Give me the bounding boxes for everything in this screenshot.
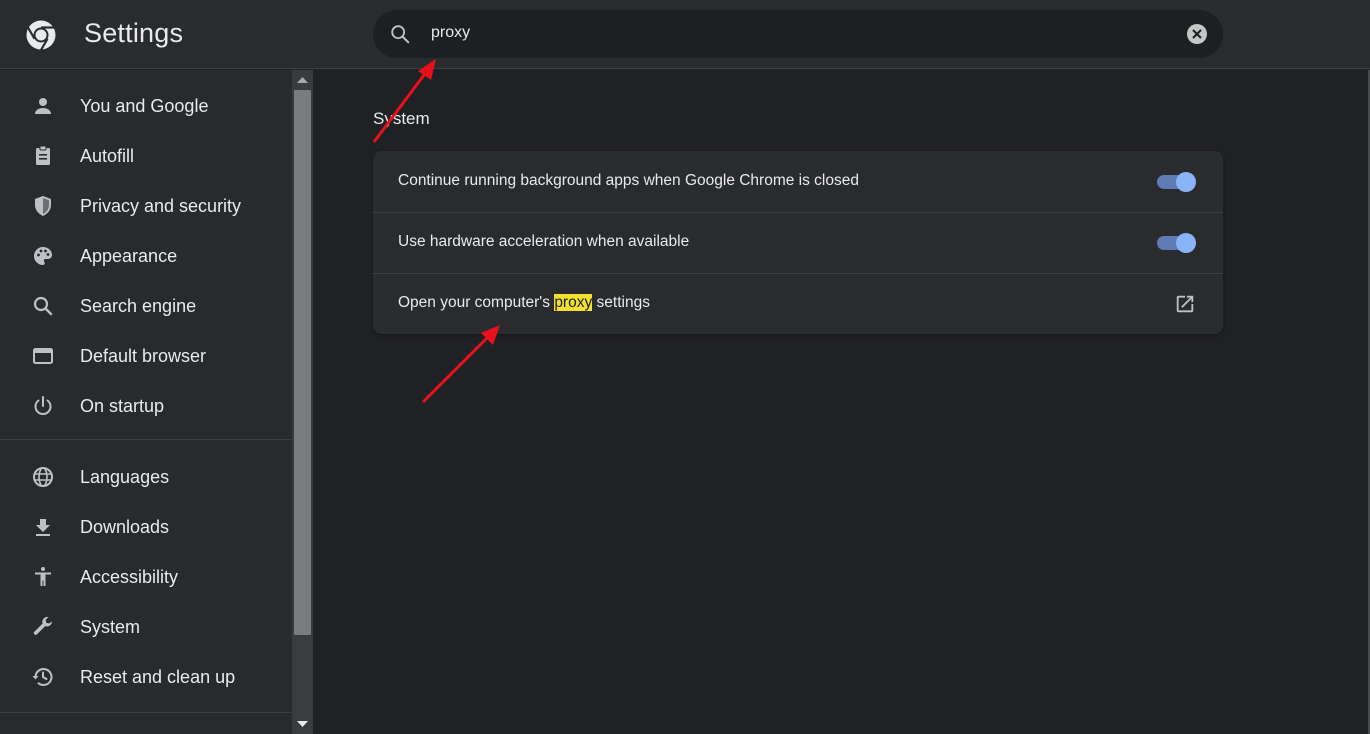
wrench-icon [33,616,52,635]
scrollbar-thumb[interactable] [294,90,311,635]
browser-window-icon [33,348,53,364]
search-icon [391,25,410,44]
sidebar-item-label: System [80,617,141,637]
background-apps-toggle[interactable] [1157,171,1197,192]
sidebar-item-label: Downloads [80,517,170,537]
scroll-down-arrow-icon[interactable] [296,719,309,729]
row-label: Use hardware acceleration when available [398,233,690,250]
sidebar-scrollbar[interactable] [292,70,313,734]
sidebar-item-system[interactable]: System [0,602,292,652]
search-icon [33,296,53,316]
sidebar-item-languages[interactable]: Languages [0,452,292,502]
hardware-acceleration-toggle[interactable] [1157,232,1197,253]
section-title: System [373,109,430,128]
main-content: System Continue running background apps … [313,70,1370,734]
sidebar-item-appearance[interactable]: Appearance [0,231,292,281]
sidebar-nav: You and Google Autofill Privacy and secu… [0,70,292,734]
header-bar: Settings proxy [0,0,1370,69]
sidebar-item-default-browser[interactable]: Default browser [0,331,292,381]
sidebar-divider [0,439,292,440]
row-label-before: Open your computer's [398,294,555,311]
history-icon [32,668,53,686]
launch-icon[interactable] [1174,293,1196,315]
sidebar-item-label: Accessibility [80,567,179,587]
clear-search-button[interactable] [1187,24,1207,44]
sidebar-item-label: On startup [80,396,165,416]
sidebar-item-on-startup[interactable]: On startup [0,381,292,431]
clipboard-icon [36,145,50,165]
scroll-up-arrow-icon[interactable] [296,75,309,85]
page-title: Settings [84,18,184,48]
sidebar-item-search-engine[interactable]: Search engine [0,281,292,331]
proxy-settings-row[interactable]: Open your computer's proxy settings [373,273,1223,334]
row-label: Open your computer's proxy settings [398,294,650,312]
sidebar-item-privacy-and-security[interactable]: Privacy and security [0,181,292,231]
sidebar-item-reset-and-clean-up[interactable]: Reset and clean up [0,652,292,702]
close-icon [1192,29,1202,39]
globe-icon [33,467,53,487]
row-label: Continue running background apps when Go… [398,172,859,189]
sidebar-item-label: Autofill [80,146,135,166]
person-icon [35,98,51,114]
sidebar-item-accessibility[interactable]: Accessibility [0,552,292,602]
search-settings-field[interactable]: proxy [373,10,1223,58]
download-icon [36,519,50,536]
sidebar-item-label: Default browser [80,346,207,366]
search-input[interactable]: proxy [431,24,470,42]
shield-icon [35,196,51,216]
system-settings-card: Continue running background apps when Go… [373,151,1223,334]
sidebar-divider [0,712,292,713]
toggle-knob [1176,172,1196,192]
palette-icon [34,247,52,265]
sidebar-item-label: Privacy and security [80,196,242,216]
sidebar-item-label: Appearance [80,246,178,266]
sidebar-item-downloads[interactable]: Downloads [0,502,292,552]
sidebar-item-label: Search engine [80,296,197,316]
background-apps-row[interactable]: Continue running background apps when Go… [373,151,1223,212]
toggle-knob [1176,233,1196,253]
hardware-acceleration-row[interactable]: Use hardware acceleration when available [373,212,1223,273]
sidebar-item-label: Languages [80,467,170,487]
search-match-highlight: proxy [554,294,593,311]
sidebar-item-autofill[interactable]: Autofill [0,131,292,181]
sidebar-item-label: You and Google [80,96,209,116]
power-icon [34,396,52,415]
sidebar-item-you-and-google[interactable]: You and Google [0,81,292,131]
chrome-logo-icon [26,20,56,51]
row-label-after: settings [592,294,650,311]
sidebar-item-label: Reset and clean up [80,667,236,687]
accessibility-icon [35,567,51,586]
